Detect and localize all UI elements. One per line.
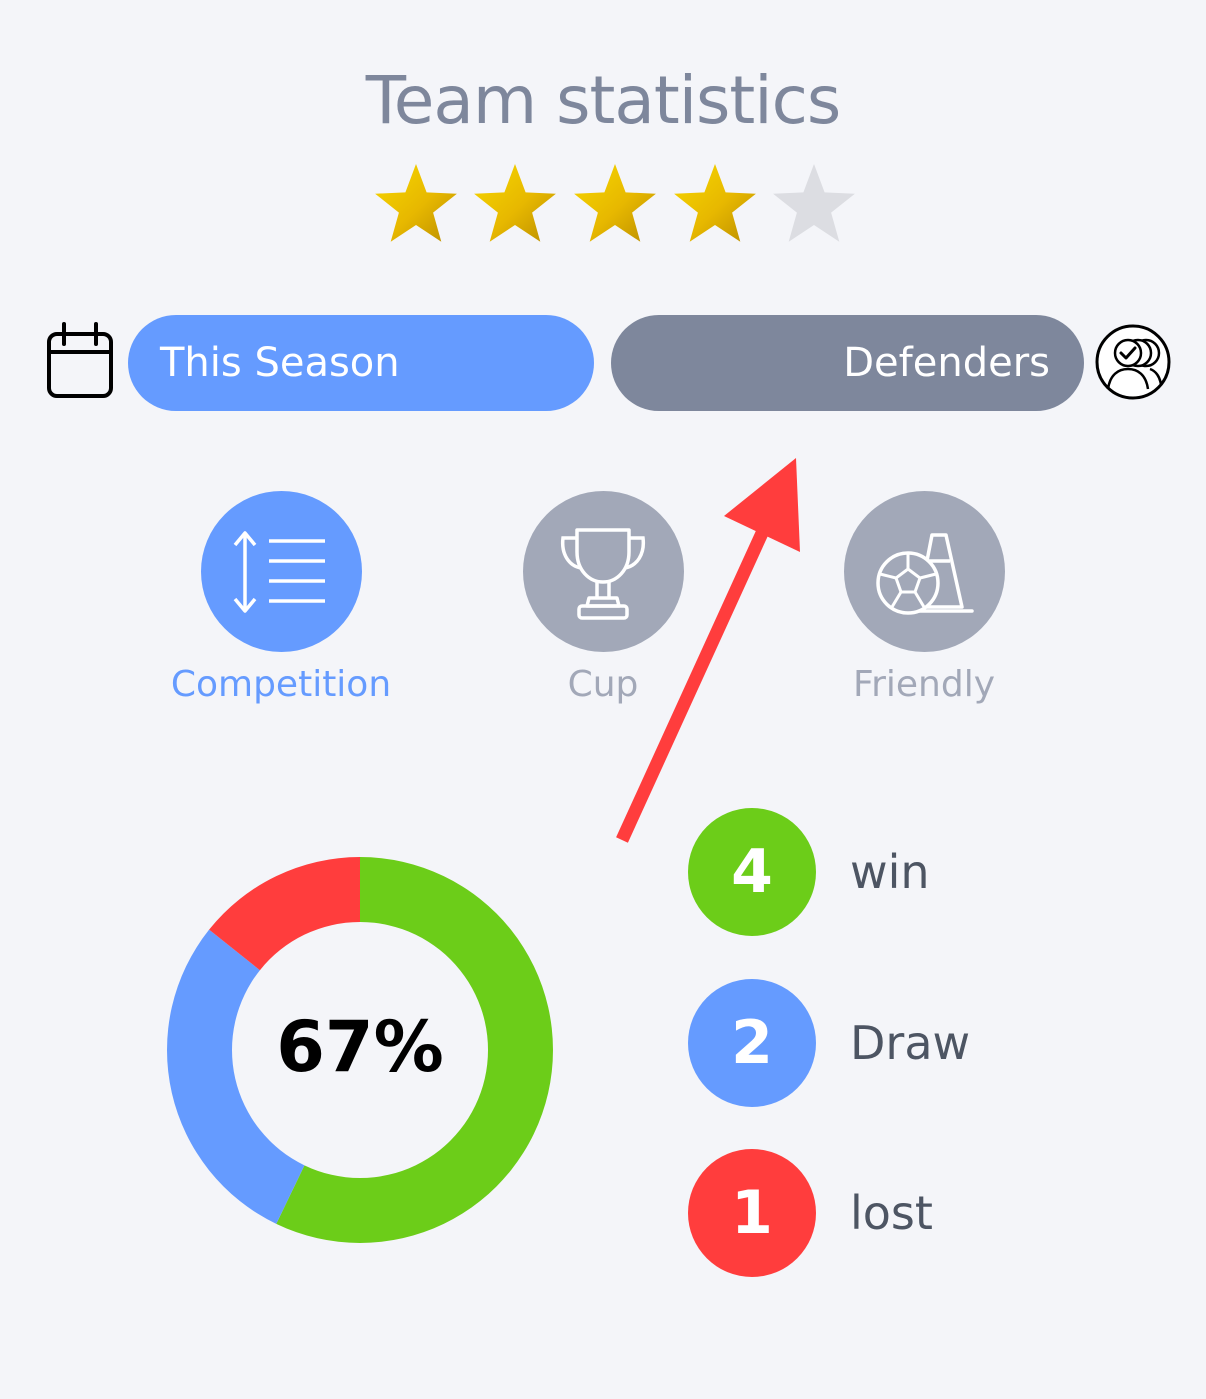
players-check-icon[interactable]: [1094, 323, 1172, 401]
legend-win: 4 win: [688, 808, 930, 936]
annotation-arrow: [616, 458, 800, 843]
mode-friendly-label: Friendly: [852, 664, 995, 705]
calendar-icon[interactable]: [46, 322, 114, 400]
legend-lost: 1 lost: [688, 1149, 933, 1277]
win-count-badge: 4: [688, 808, 816, 936]
win-label: win: [850, 845, 930, 899]
mode-competition-circle: [200, 491, 362, 652]
win-percentage: 67%: [276, 1006, 444, 1088]
draw-count-badge: 2: [688, 979, 816, 1107]
lost-count-badge: 1: [688, 1149, 816, 1277]
star-empty-icon: [773, 164, 855, 242]
draw-label: Draw: [850, 1016, 971, 1070]
star-filled-icon: [574, 164, 656, 242]
mode-friendly-circle: [843, 491, 1005, 652]
mode-friendly[interactable]: Friendly: [804, 491, 1044, 705]
star-filled-icon: [375, 164, 457, 242]
results-donut-chart: 67%: [167, 857, 553, 1243]
star-filled-icon: [474, 164, 556, 242]
position-label: Defenders: [843, 340, 1050, 386]
star-filled-icon: [674, 164, 756, 242]
position-dropdown[interactable]: Defenders: [611, 315, 1084, 411]
sort-list-icon: [233, 530, 325, 613]
mode-competition[interactable]: Competition: [161, 491, 401, 705]
legend-draw: 2 Draw: [688, 979, 970, 1107]
star-rating: [375, 164, 855, 242]
ball-cone-icon: [876, 532, 974, 615]
season-label: This Season: [160, 340, 400, 386]
mode-competition-label: Competition: [170, 664, 392, 705]
page-title: Team statistics: [365, 62, 842, 139]
lost-label: lost: [850, 1186, 933, 1240]
season-dropdown[interactable]: This Season: [128, 315, 594, 411]
